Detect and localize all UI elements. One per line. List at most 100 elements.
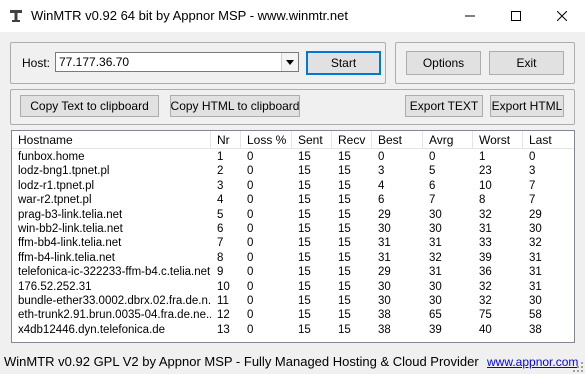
copy-text-button[interactable]: Copy Text to clipboard [20,95,159,117]
cell-worst: 1 [479,151,486,163]
host-combobox[interactable]: 77.177.36.70 [55,52,299,72]
cell-avrg: 30 [429,295,442,307]
cell-worst: 36 [479,266,492,279]
cell-worst: 32 [479,280,492,293]
copy-html-button[interactable]: Copy HTML to clipboard [170,95,300,117]
cell-recv: 15 [338,251,351,264]
cell-best: 4 [378,179,385,192]
table-row[interactable]: lodz-bng1.tpnet.pl 2 0 15 15 3 5 23 3 [12,164,574,178]
cell-recv: 15 [338,151,351,163]
column-header-worst[interactable]: Worst [473,131,523,149]
cell-hostname: ffm-b4-link.telia.net [18,251,115,264]
cell-best: 38 [378,309,391,322]
cell-avrg: 65 [429,309,442,322]
cell-recv: 15 [338,194,351,207]
cell-worst: 8 [479,194,486,207]
close-button[interactable] [539,0,585,32]
table-header: Hostname Nr Loss % Sent Recv Best Avrg W… [12,131,574,149]
cell-last: 31 [529,251,542,264]
exit-button[interactable]: Exit [489,51,564,75]
cell-sent: 15 [298,251,311,264]
cell-recv: 15 [338,295,351,307]
status-bar: WinMTR v0.92 GPL V2 by Appnor MSP - Full… [0,350,585,374]
column-header-hostname[interactable]: Hostname [12,131,211,149]
cell-loss: 0 [247,309,254,322]
cell-hostname: bundle-ether33.0002.dbrx.02.fra.de.n... [18,295,211,307]
title-bar[interactable]: WinMTR v0.92 64 bit by Appnor MSP - www.… [0,0,585,32]
host-input[interactable]: 77.177.36.70 [59,55,129,69]
table-row[interactable]: ffm-bb4-link.telia.net 7 0 15 15 31 31 33 32 [12,236,574,250]
cell-sent: 15 [298,179,311,192]
table-row[interactable]: bundle-ether33.0002.dbrx.02.fra.de.n... 1… [12,294,574,308]
start-button[interactable]: Start [306,51,381,75]
table-row[interactable]: war-r2.tpnet.pl 4 0 15 15 6 7 8 7 [12,193,574,207]
cell-sent: 15 [298,323,311,336]
column-header-sent[interactable]: Sent [292,131,332,149]
cell-sent: 15 [298,266,311,279]
column-header-nr[interactable]: Nr [211,131,241,149]
column-header-recv[interactable]: Recv [332,131,372,149]
cell-recv: 15 [338,237,351,250]
host-label: Host: [22,56,51,70]
column-header-loss[interactable]: Loss % [241,131,292,149]
status-text: WinMTR v0.92 GPL V2 by Appnor MSP - Full… [4,354,479,369]
cell-worst: 10 [479,179,492,192]
cell-last: 30 [529,223,542,235]
cell-last: 31 [529,280,542,293]
cell-hostname: telefonica-ic-322233-ffm-b4.c.telia.net [18,266,211,279]
cell-avrg: 32 [429,251,442,264]
table-row[interactable]: x4db12446.dyn.telefonica.de 13 0 15 15 38 39 40… [12,323,574,337]
cell-sent: 15 [298,223,311,235]
cell-recv: 15 [338,165,351,178]
table-row[interactable]: ffm-b4-link.telia.net 8 0 15 15 31 32 39 31 [12,251,574,265]
cell-sent: 15 [298,194,311,207]
cell-last: 32 [529,237,542,250]
window-title: WinMTR v0.92 64 bit by Appnor MSP - www.… [31,8,348,23]
cell-worst: 75 [479,309,492,322]
minimize-button[interactable] [447,0,493,32]
cell-nr: 12 [217,309,230,322]
table-row[interactable]: lodz-r1.tpnet.pl 3 0 15 15 4 6 10 7 [12,179,574,193]
cell-last: 30 [529,295,542,307]
cell-sent: 15 [298,237,311,250]
cell-hostname: eth-trunk2.91.brun.0035-04.fra.de.ne... [18,309,211,322]
cell-nr: 3 [217,179,224,192]
close-icon [557,11,567,21]
minimize-icon [465,15,475,17]
cell-avrg: 30 [429,223,442,235]
table-row[interactable]: prag-b3-link.telia.net 5 0 15 15 29 30 32 29 [12,208,574,222]
cell-hostname: ffm-bb4-link.telia.net [18,237,122,250]
maximize-button[interactable] [493,0,539,32]
cell-recv: 15 [338,223,351,235]
cell-loss: 0 [247,251,254,264]
cell-hostname: win-bb2-link.telia.net [18,223,123,235]
table-row[interactable]: funbox.home 1 0 15 15 0 0 1 0 [12,150,574,164]
table-row[interactable]: 176.52.252.31 10 0 15 15 30 30 32 31 [12,280,574,294]
export-html-button[interactable]: Export HTML [490,95,564,117]
export-text-button[interactable]: Export TEXT [405,95,483,117]
cell-nr: 13 [217,323,230,336]
cell-loss: 0 [247,208,254,221]
cell-avrg: 30 [429,280,442,293]
column-header-last[interactable]: Last [523,131,574,149]
column-header-best[interactable]: Best [372,131,423,149]
cell-sent: 15 [298,151,311,163]
cell-hostname: x4db12446.dyn.telefonica.de [18,323,166,336]
resize-grip-icon[interactable] [573,362,583,372]
host-dropdown-button[interactable] [281,53,298,71]
cell-nr: 4 [217,194,224,207]
appnor-link[interactable]: www.appnor.com [487,355,578,369]
cell-loss: 0 [247,237,254,250]
cell-loss: 0 [247,194,254,207]
cell-recv: 15 [338,179,351,192]
cell-avrg: 5 [429,165,436,178]
cell-sent: 15 [298,165,311,178]
table-row[interactable]: eth-trunk2.91.brun.0035-04.fra.de.ne... 1… [12,308,574,322]
table-row[interactable]: win-bb2-link.telia.net 6 0 15 15 30 30 31 30 [12,222,574,236]
cell-hostname: lodz-bng1.tpnet.pl [18,165,110,178]
results-table[interactable]: Hostname Nr Loss % Sent Recv Best Avrg W… [11,130,575,343]
table-row[interactable]: telefonica-ic-322233-ffm-b4.c.telia.net 9… [12,265,574,279]
column-header-avrg[interactable]: Avrg [423,131,473,149]
options-button[interactable]: Options [406,51,481,75]
cell-recv: 15 [338,280,351,293]
